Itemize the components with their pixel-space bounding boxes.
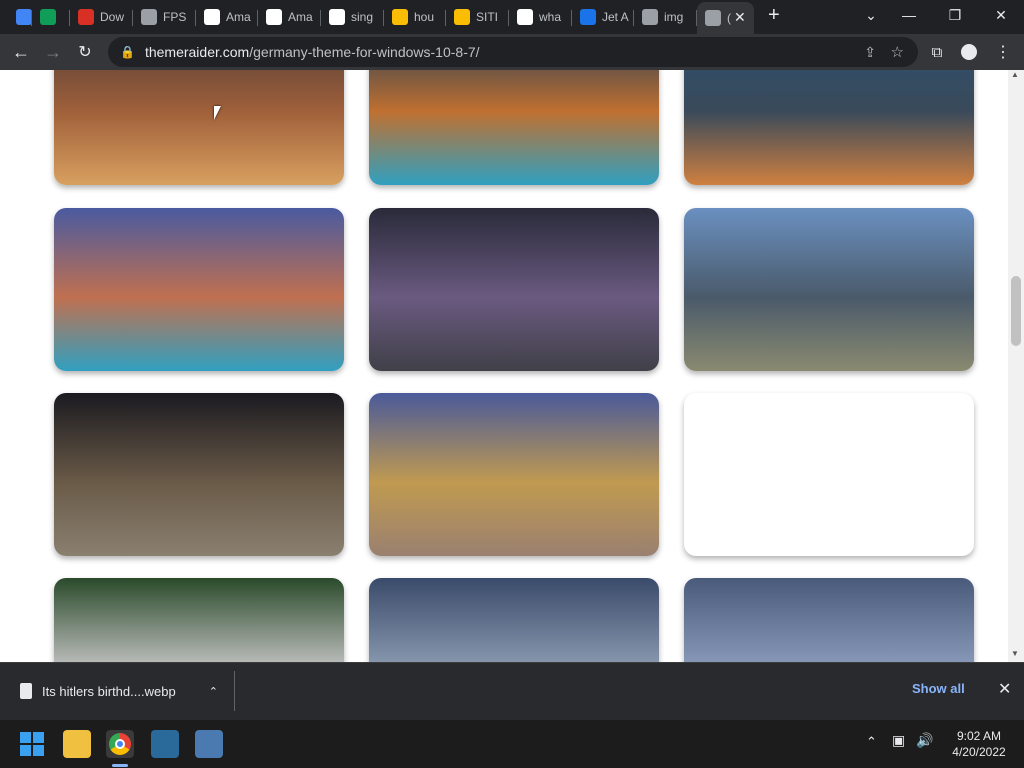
download-shelf: Its hitlers birthd....webp ⌃ Show all ✕ [0,662,1024,720]
tab-9[interactable]: wha [509,3,572,31]
new-tab-icon[interactable]: + [768,4,780,27]
tab-11[interactable]: img [634,3,697,31]
amazon-icon [204,9,220,25]
tab-6[interactable]: sing [321,3,384,31]
bookmark-star-icon[interactable]: ☆ [891,43,904,61]
tab-label: hou [414,10,435,24]
tab-label: img [664,10,684,24]
network-icon[interactable]: ▣ [892,732,905,749]
gallery-image-berlin-tower[interactable] [684,70,974,185]
back-icon[interactable]: ← [8,40,34,64]
browser-toolbar: ← → ↻ 🔒 themeraider.com/germany-theme-fo… [0,34,1024,70]
close-icon[interactable]: ✕ [998,679,1011,699]
photos-icon[interactable] [195,730,223,758]
gallery-image-blank[interactable] [684,393,974,556]
active-indicator [112,764,128,767]
globe-icon [642,9,658,25]
gallery-image-frankfurt-aerial[interactable] [684,208,974,371]
amazon-icon [266,9,282,25]
paint-icon[interactable] [151,730,179,758]
tab-10[interactable]: Jet A [572,3,634,31]
tab-4[interactable]: Ama [196,3,258,31]
tab-label: SITI [476,10,499,24]
share-icon[interactable]: ⇪ [864,44,876,61]
gallery-image-fountain[interactable] [54,578,344,662]
tab-0[interactable] [8,3,32,31]
tab-8[interactable]: SITI [446,3,509,31]
page-content [0,70,1008,662]
bar-icon [392,9,408,25]
gallery-image-munich-towers[interactable] [54,70,344,185]
forward-icon[interactable]: → [40,40,66,64]
tab-label: FPS [163,10,187,24]
docs-icon [16,9,32,25]
tab-label: Dow [100,10,125,24]
windows-start-icon[interactable] [18,730,46,758]
menu-icon[interactable]: ⋮ [990,40,1016,64]
tab-strip: Dow FPS Ama Ama sing hou SITI wha Jet Aimg(✕ + ⌄ — ❐… [0,0,1024,34]
maximize-icon[interactable]: ❐ [932,0,978,30]
time: 9:02 AM [956,729,1002,743]
download-item[interactable]: Its hitlers birthd....webp ⌃ [10,671,235,711]
tab-label: Ama [288,10,313,24]
chevron-up-icon[interactable]: ⌃ [866,734,877,750]
tab-5[interactable]: Ama [258,3,321,31]
tab-3[interactable]: FPS [133,3,196,31]
gallery-image-hamburg-speicherstadt[interactable] [54,208,344,371]
minimize-icon[interactable]: — [886,0,932,30]
globe-icon [141,9,157,25]
scrollbar-thumb[interactable] [1011,276,1021,346]
gallery-image-skyscraper-up[interactable] [369,208,659,371]
gallery-image-timbered-street[interactable] [54,393,344,556]
tab-label: ( [727,11,731,25]
reload-icon[interactable]: ↻ [72,40,98,64]
taskbar: ⌃ ▣ 🔊 9:02 AM 4/20/2022 [0,720,1024,768]
tab-close-icon[interactable]: ✕ [734,9,746,26]
download-filename: Its hitlers birthd....webp [42,683,176,699]
google-icon [329,9,345,25]
tab-label: Ama [226,10,251,24]
jet-icon [580,9,596,25]
scrollbar[interactable]: ▲ ▼ [1008,70,1024,662]
date: 4/20/2022 [952,745,1006,759]
tab-2[interactable]: Dow [70,3,133,31]
volume-icon[interactable]: 🔊 [916,732,933,749]
scroll-down-icon[interactable]: ▼ [1011,649,1019,658]
mouse-cursor-icon [214,106,221,120]
close-window-icon[interactable]: ✕ [978,0,1024,30]
check-icon [40,9,56,25]
gallery-image-dresden-square[interactable] [369,393,659,556]
tab-label: sing [351,10,374,24]
tab-7[interactable]: hou [384,3,446,31]
gallery-image-neuschwanstein[interactable] [684,578,974,662]
extensions-icon[interactable]: ⧉ [924,40,950,64]
show-all-button[interactable]: Show all [912,681,965,696]
file-icon [20,683,32,699]
lock-icon: 🔒 [120,45,135,59]
tab-label: wha [539,10,562,24]
globe-icon [705,10,721,26]
google-icon [517,9,533,25]
file-explorer-icon[interactable] [63,730,91,758]
dow-icon [78,9,94,25]
chrome-icon[interactable] [106,730,134,758]
chevron-up-icon[interactable]: ⌃ [209,685,218,698]
tab-1[interactable] [32,3,70,31]
scroll-up-icon[interactable]: ▲ [1011,70,1019,79]
gallery-image-snowy-town[interactable] [369,578,659,662]
bar-icon [454,9,470,25]
gallery-image-cologne-night[interactable] [369,70,659,185]
clock[interactable]: 9:02 AM 4/20/2022 [944,728,1014,760]
profile-icon[interactable] [956,40,982,64]
address-bar[interactable]: 🔒 themeraider.com/germany-theme-for-wind… [108,37,918,67]
url-text: themeraider.com/germany-theme-for-window… [144,44,480,60]
tab-label: Jet A [602,10,629,24]
